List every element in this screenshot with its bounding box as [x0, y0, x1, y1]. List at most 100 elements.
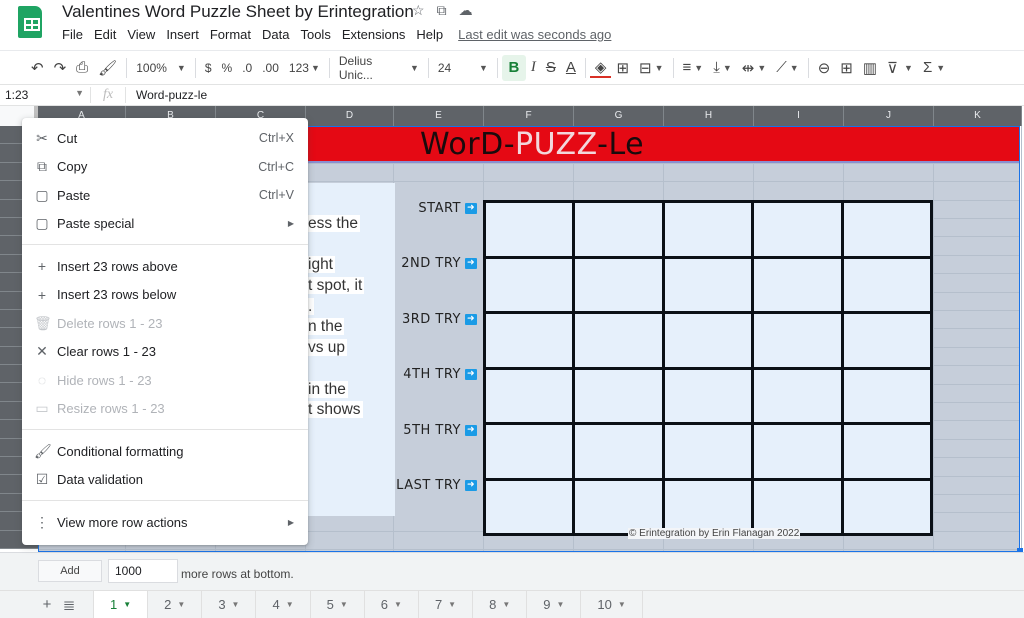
- sheet-tab-7[interactable]: 7 ▼: [419, 590, 474, 618]
- menu-item-data-validation[interactable]: ☑ Data validation: [22, 466, 308, 495]
- add-rows-button[interactable]: Add: [38, 560, 102, 582]
- menu-item-insert-23-rows-above[interactable]: + Insert 23 rows above: [22, 252, 308, 281]
- borders-icon[interactable]: ⊞: [611, 55, 634, 81]
- column-header-h[interactable]: H: [664, 106, 754, 126]
- currency-button[interactable]: $: [200, 55, 217, 81]
- menu-insert[interactable]: Insert: [166, 27, 199, 42]
- menu-item-copy[interactable]: ⧉ Copy Ctrl+C: [22, 153, 308, 182]
- chevron-down-icon[interactable]: ▼: [448, 600, 456, 609]
- menu-item-insert-23-rows-below[interactable]: + Insert 23 rows below: [22, 281, 308, 310]
- vertical-align-icon[interactable]: ⤓ ▼: [708, 55, 737, 81]
- insert-link-icon[interactable]: ⊖: [813, 55, 836, 81]
- paint-format-icon[interactable]: 🖌: [93, 55, 122, 81]
- menu-data[interactable]: Data: [262, 27, 289, 42]
- text-rotation-icon[interactable]: ⟋ ▼: [771, 55, 803, 81]
- document-title[interactable]: Valentines Word Puzzle Sheet by Erintegr…: [62, 2, 414, 22]
- menu-item-view-more-row-actions[interactable]: ⋮ View more row actions ▶: [22, 508, 308, 537]
- redo-icon[interactable]: ↷: [49, 55, 72, 81]
- sheet-tab-3[interactable]: 3 ▼: [202, 590, 257, 618]
- puzzle-cell[interactable]: [575, 480, 662, 533]
- puzzle-cell[interactable]: [575, 314, 662, 367]
- chevron-down-icon[interactable]: ▼: [502, 600, 510, 609]
- puzzle-cell[interactable]: [664, 369, 752, 422]
- column-header-j[interactable]: J: [844, 106, 934, 126]
- column-header-d[interactable]: D: [306, 106, 394, 126]
- chevron-down-icon[interactable]: ▼: [340, 600, 348, 609]
- font-select[interactable]: Delius Unic... ▼: [334, 54, 424, 82]
- menu-item-paste[interactable]: ▢ Paste Ctrl+V: [22, 181, 308, 210]
- increase-decimal-button[interactable]: .00: [257, 55, 284, 81]
- sheet-tab-10[interactable]: 10 ▼: [581, 590, 643, 618]
- sheet-tab-5[interactable]: 5 ▼: [311, 590, 365, 618]
- horizontal-align-icon[interactable]: ≡ ▼: [678, 55, 709, 81]
- column-header-e[interactable]: E: [394, 106, 484, 126]
- puzzle-cell[interactable]: [575, 258, 662, 311]
- menu-file[interactable]: File: [62, 27, 83, 42]
- sheet-tab-9[interactable]: 9 ▼: [527, 590, 582, 618]
- puzzle-cell[interactable]: [575, 425, 662, 478]
- puzzle-cell[interactable]: [486, 203, 573, 256]
- puzzle-cell[interactable]: [664, 203, 752, 256]
- chevron-down-icon[interactable]: ▼: [556, 600, 564, 609]
- puzzle-cell[interactable]: [843, 425, 930, 478]
- functions-icon[interactable]: Σ ▼: [918, 55, 950, 81]
- name-box[interactable]: 1:23 ▼: [0, 88, 90, 102]
- menu-item-paste-special[interactable]: ▢ Paste special ▶: [22, 210, 308, 239]
- font-size-select[interactable]: 24 ▼: [433, 55, 493, 81]
- puzzle-cell[interactable]: [754, 258, 841, 311]
- text-wrapping-icon[interactable]: ⇹ ▼: [737, 55, 772, 81]
- puzzle-cell[interactable]: [664, 480, 752, 533]
- puzzle-cell[interactable]: [843, 258, 930, 311]
- puzzle-cell[interactable]: [486, 480, 573, 533]
- puzzle-cell[interactable]: [754, 203, 841, 256]
- puzzle-cell[interactable]: [664, 425, 752, 478]
- decrease-decimal-button[interactable]: .0: [237, 55, 257, 81]
- menu-item-conditional-formatting[interactable]: 🖌 Conditional formatting: [22, 437, 308, 466]
- puzzle-cell[interactable]: [754, 425, 841, 478]
- puzzle-cell[interactable]: [575, 203, 662, 256]
- menu-help[interactable]: Help: [416, 27, 443, 42]
- insert-chart-icon[interactable]: ▥: [858, 55, 882, 81]
- strikethrough-button[interactable]: S: [541, 55, 561, 81]
- zoom-select[interactable]: 100% ▼: [131, 55, 191, 81]
- puzzle-cell[interactable]: [843, 369, 930, 422]
- more-formats-button[interactable]: 123 ▼: [284, 55, 325, 81]
- filter-icon[interactable]: ⊽ ▼: [882, 55, 918, 81]
- puzzle-cell[interactable]: [754, 369, 841, 422]
- sheet-tab-6[interactable]: 6 ▼: [365, 590, 419, 618]
- add-rows-count-input[interactable]: 1000: [108, 559, 178, 583]
- puzzle-cell[interactable]: [754, 480, 841, 533]
- puzzle-cell[interactable]: [843, 203, 930, 256]
- menu-format[interactable]: Format: [210, 27, 251, 42]
- move-to-folder-icon[interactable]: ⧉: [437, 2, 447, 19]
- puzzle-cell[interactable]: [664, 258, 752, 311]
- puzzle-cell[interactable]: [486, 258, 573, 311]
- menu-view[interactable]: View: [127, 27, 155, 42]
- chevron-down-icon[interactable]: ▼: [123, 600, 131, 609]
- chevron-down-icon[interactable]: ▼: [286, 600, 294, 609]
- star-icon[interactable]: ☆: [412, 2, 425, 19]
- undo-icon[interactable]: ↶: [26, 55, 49, 81]
- column-header-k[interactable]: K: [934, 106, 1022, 126]
- percent-button[interactable]: %: [217, 55, 238, 81]
- all-sheets-icon[interactable]: ≣: [58, 596, 80, 614]
- cloud-status-icon[interactable]: ☁: [459, 2, 473, 19]
- column-header-f[interactable]: F: [484, 106, 574, 126]
- puzzle-cell[interactable]: [575, 369, 662, 422]
- sheet-tab-1[interactable]: 1 ▼: [93, 590, 149, 618]
- print-icon[interactable]: ⎙: [71, 55, 93, 81]
- sheet-tab-2[interactable]: 2 ▼: [148, 590, 203, 618]
- menu-item-clear-rows-1-23[interactable]: ✕ Clear rows 1 - 23: [22, 338, 308, 367]
- fill-color-icon[interactable]: ◈: [589, 58, 612, 78]
- menu-item-cut[interactable]: ✂ Cut Ctrl+X: [22, 124, 308, 153]
- chevron-down-icon[interactable]: ▼: [232, 600, 240, 609]
- sheet-tab-8[interactable]: 8 ▼: [473, 590, 528, 618]
- menu-tools[interactable]: Tools: [300, 27, 330, 42]
- last-edit-link[interactable]: Last edit was seconds ago: [458, 27, 611, 42]
- chevron-down-icon[interactable]: ▼: [177, 600, 185, 609]
- formula-input[interactable]: Word-puzz-le: [126, 88, 207, 102]
- text-color-button[interactable]: A: [561, 55, 581, 81]
- add-sheet-icon[interactable]: +: [36, 596, 58, 613]
- merge-cells-icon[interactable]: ⊟ ▼: [634, 55, 669, 81]
- insert-comment-icon[interactable]: ⊞: [835, 55, 858, 81]
